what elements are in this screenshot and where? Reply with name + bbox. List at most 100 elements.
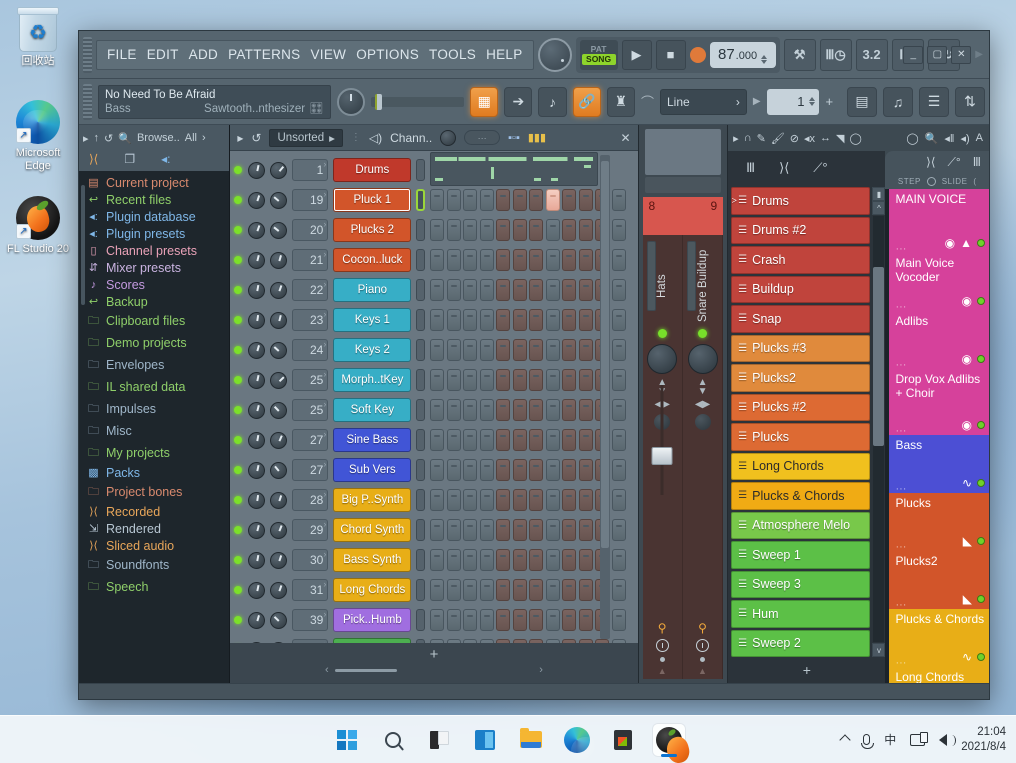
step-button[interactable] (479, 369, 494, 391)
channel-mute-bar[interactable] (416, 549, 426, 571)
channel-row[interactable]: 24Keys 2 (234, 335, 626, 365)
add-channel-button[interactable]: + (430, 647, 439, 662)
playlist-track-list[interactable]: ▷☰Drums☰Drums #2☰Crash☰Buildup☰Snap☰Pluc… (728, 185, 886, 657)
browser-copy-icon[interactable]: ❐ (124, 152, 135, 166)
curve-icon[interactable]: ◣ (963, 534, 972, 548)
step-button[interactable] (496, 339, 511, 361)
mixer-leftright-icon[interactable]: ◀▶ (695, 400, 710, 410)
step-sequencer-row[interactable] (430, 399, 626, 421)
microphone-icon[interactable] (861, 734, 875, 749)
step-button[interactable] (446, 459, 461, 481)
step-button[interactable] (512, 369, 527, 391)
add-track-button[interactable]: + (803, 662, 811, 678)
channel-volume-knob[interactable] (270, 371, 288, 389)
piano-roll-clip[interactable]: MAIN VOICE ··· ◉ ▲ (889, 189, 990, 255)
channel-mixer-number[interactable]: 31 (292, 579, 329, 601)
clip-dots-icon[interactable]: ··· (895, 658, 906, 669)
step-button[interactable] (529, 339, 544, 361)
link-icon[interactable]: 🔗 (572, 86, 601, 117)
search-icon[interactable]: 🔍 (118, 132, 132, 145)
mixer-icon[interactable]: ⇅ (955, 86, 986, 117)
channel-mixer-number[interactable]: 25 (292, 369, 329, 391)
step-button[interactable] (529, 639, 544, 643)
browser-item-envelopes[interactable]: 🗀 Envelopes (79, 354, 229, 376)
step-button[interactable] (446, 639, 461, 643)
step-button[interactable] (479, 279, 494, 301)
step-button[interactable] (578, 459, 593, 481)
step-button[interactable] (529, 279, 544, 301)
step-button[interactable] (479, 189, 494, 211)
mixer-strip[interactable]: Snare Buildup ▲ ▼ ◀▶ ⚲ ▲ (683, 235, 724, 679)
mixer-enable-led[interactable] (698, 329, 708, 338)
browser-item-project-bones[interactable]: 🗀 Project bones (79, 481, 229, 503)
eye-icon[interactable]: ◉ (962, 352, 972, 366)
wave-icon[interactable]: ∿ (962, 650, 972, 664)
step-button[interactable] (578, 519, 593, 541)
channel-row[interactable]: 21Cocon..luck (234, 245, 626, 275)
pattern-prev-icon[interactable]: ▶ (753, 96, 761, 107)
channel-row[interactable]: 43Hum (234, 635, 626, 643)
step-button[interactable] (611, 249, 626, 271)
channel-volume-knob[interactable] (270, 401, 288, 419)
step-button[interactable] (578, 579, 593, 601)
clip-dots-icon[interactable]: ··· (895, 244, 906, 255)
playlist-track[interactable]: ☰ Sweep 2 (731, 629, 871, 657)
channel-rack-body[interactable]: 1Drums19Pluck 120Plucks 221Cocon..luck22… (230, 151, 638, 643)
scroll-left-icon[interactable]: ‹ (325, 664, 329, 676)
step-sequencer-row[interactable] (430, 339, 626, 361)
step-button[interactable] (529, 549, 544, 571)
browser-item-rendered[interactable]: ⇲ Rendered (79, 520, 229, 537)
channel-led[interactable] (234, 256, 243, 264)
step-button[interactable] (446, 369, 461, 391)
step-button[interactable] (479, 249, 494, 271)
step-button[interactable] (446, 429, 461, 451)
channel-mixer-number[interactable]: 1 (292, 159, 329, 181)
step-button[interactable] (496, 369, 511, 391)
step-button[interactable] (611, 279, 626, 301)
step-sequencer-row[interactable] (430, 189, 626, 211)
browser-tree[interactable]: ▤ Current project ↩ Recent files ◂: Plugin da… (79, 171, 229, 683)
step-button[interactable] (512, 489, 527, 511)
clip-enable-led[interactable] (977, 653, 986, 661)
step-button[interactable] (446, 249, 461, 271)
pencil-icon[interactable]: ✎ (757, 132, 766, 145)
network-icon[interactable] (910, 731, 929, 746)
step-button[interactable] (611, 579, 626, 601)
channel-row[interactable]: 22Piano (234, 275, 626, 305)
mixer-bulb-icon[interactable]: ⚲ (698, 621, 707, 635)
step-button[interactable] (545, 189, 560, 211)
step-button[interactable] (529, 429, 544, 451)
channel-volume-knob[interactable] (270, 311, 288, 329)
step-button[interactable] (479, 219, 494, 241)
clip-enable-led[interactable] (977, 595, 986, 603)
play-icon[interactable]: ▸ (733, 132, 739, 145)
step-button[interactable] (479, 459, 494, 481)
step-button[interactable] (479, 339, 494, 361)
channel-mixer-number[interactable]: 22 (292, 279, 329, 301)
step-button[interactable] (562, 519, 577, 541)
clip-dots-icon[interactable]: ··· (895, 302, 906, 313)
step-button[interactable] (512, 639, 527, 643)
piano-roll-clip[interactable]: Long Chords···∿ (889, 667, 990, 683)
step-button[interactable] (496, 549, 511, 571)
channel-row[interactable]: 27Sine Bass (234, 425, 626, 455)
step-button[interactable] (430, 519, 445, 541)
step-button[interactable] (496, 579, 511, 601)
step-button[interactable] (496, 189, 511, 211)
channel-volume-knob[interactable] (270, 341, 288, 359)
step-sequencer-row[interactable] (430, 489, 626, 511)
channel-mixer-number[interactable]: 20 (292, 219, 329, 241)
eye-icon[interactable]: ◉ (962, 418, 972, 432)
channel-pan-knob[interactable] (248, 431, 266, 449)
channel-row[interactable]: 20Plucks 2 (234, 215, 626, 245)
step-button[interactable] (545, 219, 560, 241)
browser-item-packs[interactable]: ▩ Packs (79, 464, 229, 481)
step-button[interactable] (512, 519, 527, 541)
channel-row[interactable]: 30Bass Synth (234, 545, 626, 575)
slice-icon[interactable]: ⊘ (790, 132, 799, 145)
step-button[interactable] (430, 489, 445, 511)
channel-mixer-number[interactable]: 39 (292, 609, 329, 631)
channel-row[interactable]: 28Big P..Synth (234, 485, 626, 515)
channel-mixer-number[interactable]: 27 (292, 459, 329, 481)
step-button[interactable] (578, 639, 593, 643)
